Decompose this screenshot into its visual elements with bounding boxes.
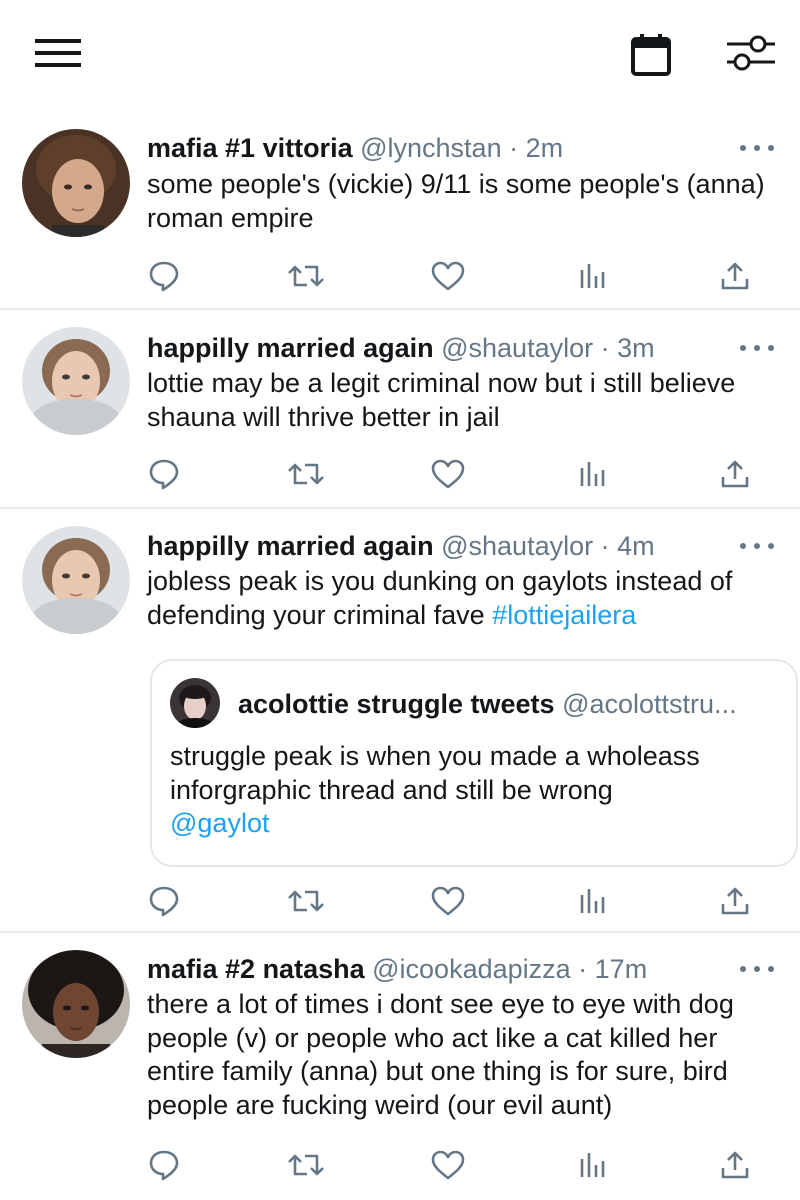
handle[interactable]: @shautaylor [441,531,593,561]
more-dots-icon[interactable] [740,959,774,979]
more-dots-icon[interactable] [740,536,774,556]
tweet-actions [0,881,800,921]
tweet-header: happilly married again @shautaylor · 3m [147,332,655,364]
reply-icon[interactable] [144,256,184,296]
tweet-actions [0,454,800,494]
display-name[interactable]: mafia #2 natasha [147,954,365,984]
handle[interactable]: @shautaylor [441,333,593,363]
timestamp[interactable]: · 17m [578,954,647,984]
tweet-actions [0,1145,800,1185]
top-bar [0,0,800,110]
reply-icon[interactable] [144,881,184,921]
analytics-icon[interactable] [572,256,612,296]
tweet-header: mafia #2 natasha @icookadapizza · 17m [147,953,647,985]
tweet-text: lottie may be a legit criminal now but i… [147,368,736,432]
display-name[interactable]: mafia #1 vittoria [147,133,353,163]
tweet-actions [0,256,800,296]
display-name[interactable]: happilly married again [147,333,434,363]
quoted-handle[interactable]: @acolottstru... [562,689,736,719]
tweet-text: jobless peak is you dunking on gaylots i… [147,565,777,632]
timestamp[interactable]: · 4m [601,531,655,561]
heart-icon[interactable] [428,881,468,921]
timestamp[interactable]: · 2m [509,133,563,163]
retweet-icon[interactable] [286,256,326,296]
analytics-icon[interactable] [572,1145,612,1185]
quoted-avatar[interactable] [170,678,220,728]
quoted-text: struggle peak is when you made a wholeas… [170,740,770,841]
share-icon[interactable] [715,454,755,494]
tweet-header: mafia #1 vittoria @lynchstan · 2m [147,132,563,164]
heart-icon[interactable] [428,454,468,494]
quoted-tweet[interactable]: acolottie struggle tweets @acolottstru..… [150,659,798,867]
timestamp[interactable]: · 3m [601,333,655,363]
analytics-icon[interactable] [572,881,612,921]
quoted-header: acolottie struggle tweets @acolottstru..… [238,688,737,720]
tweet[interactable]: happilly married again @shautaylor · 4m … [0,511,800,933]
sliders-icon[interactable] [722,28,778,78]
avatar[interactable] [22,526,130,634]
avatar[interactable] [22,129,130,237]
retweet-icon[interactable] [286,454,326,494]
quoted-text-body: struggle peak is when you made a wholeas… [170,741,700,805]
display-name[interactable]: happilly married again [147,531,434,561]
analytics-icon[interactable] [572,454,612,494]
share-icon[interactable] [715,881,755,921]
share-icon[interactable] [715,1145,755,1185]
more-dots-icon[interactable] [740,138,774,158]
handle[interactable]: @icookadapizza [372,954,571,984]
avatar[interactable] [22,950,130,1058]
retweet-icon[interactable] [286,1145,326,1185]
share-icon[interactable] [715,256,755,296]
reply-icon[interactable] [144,1145,184,1185]
retweet-icon[interactable] [286,881,326,921]
tweet[interactable]: happilly married again @shautaylor · 3m … [0,312,800,509]
tweet-text: some people's (vickie) 9/11 is some peop… [147,169,765,233]
tweet[interactable]: mafia #1 vittoria @lynchstan · 2m some p… [0,110,800,310]
tweet-text-body: jobless peak is you dunking on gaylots i… [147,566,733,630]
mention-link[interactable]: @gaylot [170,807,770,841]
tweet-text: there a lot of times i dont see eye to e… [147,989,734,1120]
tweet[interactable]: mafia #2 natasha @icookadapizza · 17m th… [0,935,800,1200]
quoted-display-name[interactable]: acolottie struggle tweets [238,689,555,719]
heart-icon[interactable] [428,1145,468,1185]
menu-icon[interactable] [30,30,86,76]
hashtag-link[interactable]: #lottiejailera [492,600,636,630]
handle[interactable]: @lynchstan [360,133,501,163]
reply-icon[interactable] [144,454,184,494]
calendar-icon[interactable] [626,30,676,80]
heart-icon[interactable] [428,256,468,296]
tweet-header: happilly married again @shautaylor · 4m [147,530,655,562]
avatar[interactable] [22,327,130,435]
more-dots-icon[interactable] [740,338,774,358]
